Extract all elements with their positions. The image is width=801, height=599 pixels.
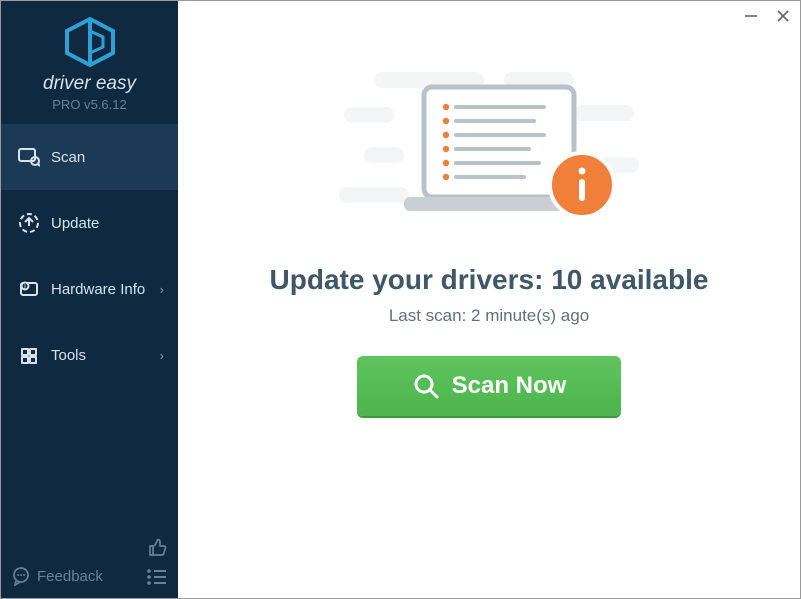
sidebar-nav: Scan Update i Hardware Info › Tools › [1,124,178,388]
scan-icon [15,147,43,167]
sidebar-footer: Feedback [1,526,178,598]
list-icon[interactable] [146,568,168,586]
last-scan-value: 2 minute(s) ago [471,306,589,325]
main-panel: Update your drivers: 10 available Last s… [178,1,800,598]
scan-now-button[interactable]: Scan Now [357,356,621,416]
brand-version: PRO v5.6.12 [1,97,178,112]
headline: Update your drivers: 10 available [270,264,709,296]
nav-tools[interactable]: Tools › [1,322,178,388]
minimize-button[interactable] [742,7,760,25]
thumbs-up-icon[interactable] [146,536,168,558]
nav-scan[interactable]: Scan [1,124,178,190]
hardware-info-icon: i [15,279,43,299]
nav-hardware-label: Hardware Info [51,281,160,298]
nav-update[interactable]: Update [1,190,178,256]
brand-logo-icon [63,17,117,67]
last-scan-text: Last scan: 2 minute(s) ago [389,306,589,326]
close-button[interactable] [774,7,792,25]
sidebar: driver easy PRO v5.6.12 Scan Update i Ha… [1,1,178,598]
brand-wordmark: driver easy [1,73,178,95]
feedback-button[interactable]: Feedback [11,566,103,586]
chat-icon [11,566,31,586]
available-count: 10 [551,264,582,295]
laptop-illustration [334,57,644,242]
brand-block: driver easy PRO v5.6.12 [1,1,178,124]
feedback-label: Feedback [37,568,103,585]
chevron-right-icon: › [160,282,164,297]
scan-button-label: Scan Now [452,372,567,400]
chevron-right-icon: › [160,348,164,363]
tools-icon [15,345,43,365]
nav-hardware-info[interactable]: i Hardware Info › [1,256,178,322]
nav-tools-label: Tools [51,347,160,364]
nav-scan-label: Scan [51,149,164,166]
nav-update-label: Update [51,215,164,232]
update-icon [15,212,43,234]
search-icon [412,372,440,400]
window-controls [742,7,792,25]
